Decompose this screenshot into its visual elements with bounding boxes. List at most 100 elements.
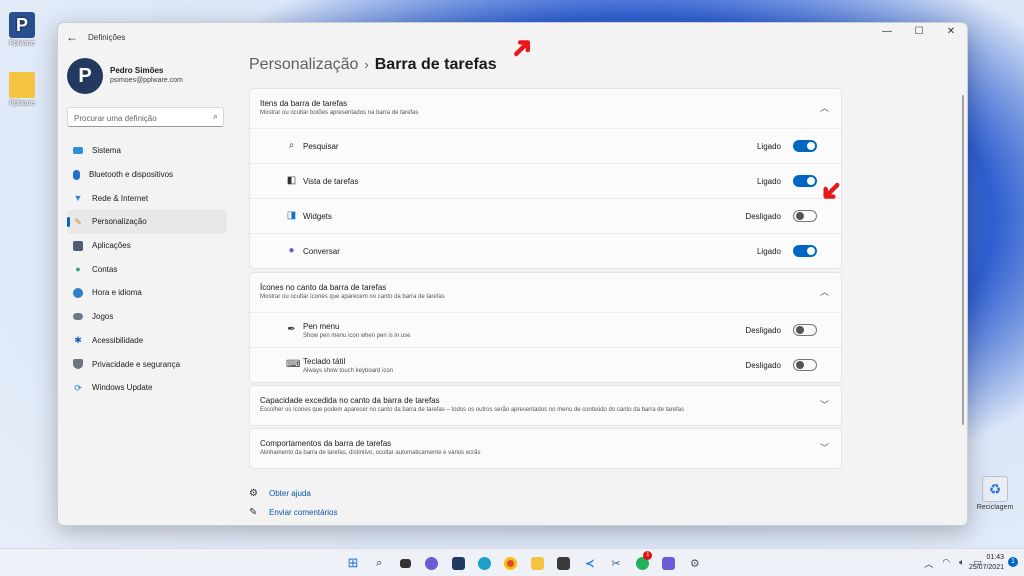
search-toggle[interactable]	[793, 140, 817, 152]
taskbar-items-group: Itens da barra de tarefas Mostrar ou ocu…	[249, 88, 842, 269]
search-icon[interactable]: ⌕	[213, 111, 218, 122]
avatar: P	[67, 58, 103, 94]
gamepad-icon	[73, 313, 83, 321]
scrollbar[interactable]	[962, 95, 964, 425]
clock[interactable]: 01:43 25/07/2021	[969, 553, 1004, 573]
desktop-icon-folder[interactable]: Pplware	[2, 72, 42, 107]
setting-row-search: ⌕ Pesquisar Ligado	[250, 128, 841, 163]
user-name: Pedro Simões	[110, 66, 164, 75]
minimize-button[interactable]: —	[871, 23, 903, 43]
toggle-state-text: Ligado	[756, 247, 781, 256]
bluetooth-icon	[73, 169, 80, 180]
taskbar-apps: ⊞ ⌕ ≺ ✂ 1 ⚙	[342, 551, 710, 573]
touch-keyboard-toggle[interactable]	[793, 359, 817, 371]
toggle-knob	[807, 177, 815, 185]
pen-menu-toggle[interactable]	[793, 324, 817, 336]
group-header[interactable]: Comportamentos da barra de tarefas Alinh…	[250, 429, 841, 468]
whatsapp-button[interactable]: 1	[631, 551, 653, 573]
setting-label: Widgets	[303, 212, 332, 221]
close-button[interactable]: ✕	[935, 23, 967, 43]
task-view-button[interactable]	[395, 553, 417, 573]
vscode-button[interactable]: ≺	[579, 553, 601, 573]
sidebar-item-network[interactable]: ▼ Rede & Internet	[67, 186, 227, 210]
terminal-button[interactable]	[552, 553, 574, 573]
edge-button[interactable]	[473, 553, 495, 573]
brush-icon: ✎	[74, 216, 82, 227]
taskbar-behaviors-group[interactable]: Comportamentos da barra de tarefas Alinh…	[249, 428, 842, 469]
toggle-knob	[796, 361, 804, 369]
help-icon: ⚙	[249, 488, 258, 499]
sidebar-item-accounts[interactable]: ● Contas	[67, 257, 227, 281]
chevron-down-icon[interactable]: ﹀	[820, 441, 829, 454]
sidebar-item-gaming[interactable]: Jogos	[67, 305, 227, 329]
chrome-icon	[504, 556, 518, 570]
keyboard-icon: ⌨	[286, 359, 301, 370]
get-help-label: Obter ajuda	[269, 489, 311, 498]
chat-toggle[interactable]	[793, 245, 817, 257]
sidebar-item-time-language[interactable]: Hora e idioma	[67, 281, 227, 305]
discord-button[interactable]	[658, 553, 680, 573]
folder-icon	[9, 72, 35, 98]
notification-badge: 1	[643, 551, 653, 560]
sidebar-item-accessibility[interactable]: ✱ Acessibilidade	[67, 329, 227, 353]
setting-label: Pen menu	[303, 322, 340, 331]
setting-label: Vista de tarefas	[303, 177, 359, 186]
pplware-app-button[interactable]	[447, 553, 469, 573]
desktop-icon-recycle-bin[interactable]: ♻ Reciclagem	[975, 476, 1015, 511]
group-header[interactable]: Capacidade excedida no canto da barra de…	[250, 386, 841, 425]
back-arrow-icon[interactable]: ←	[66, 30, 78, 44]
sidebar-item-personalization[interactable]: ✎ Personalização	[67, 210, 227, 234]
chevron-up-icon[interactable]: ︿	[820, 101, 829, 114]
sidebar-item-sistema[interactable]: Sistema	[67, 139, 227, 163]
toggle-state-text: Ligado	[756, 142, 781, 151]
wifi-icon: ▼	[73, 193, 83, 204]
setting-label: Pesquisar	[303, 142, 339, 151]
desktop-icon-label: Pplware	[9, 40, 35, 47]
edge-icon	[477, 556, 491, 570]
sidebar-item-bluetooth[interactable]: Bluetooth e dispositivos	[67, 163, 227, 187]
sidebar-item-label: Windows Update	[92, 383, 153, 393]
toggle-knob	[796, 212, 804, 220]
start-button[interactable]: ⊞	[342, 553, 364, 573]
chat-button[interactable]	[421, 553, 443, 573]
wifi-icon[interactable]: ◠	[942, 557, 950, 570]
search-input[interactable]	[68, 109, 198, 128]
group-header[interactable]: Itens da barra de tarefas Mostrar ou ocu…	[250, 89, 841, 128]
sidebar-item-label: Bluetooth e dispositivos	[89, 170, 174, 180]
setting-description: Always show touch keyboard icon	[303, 368, 394, 374]
widgets-toggle[interactable]	[793, 210, 817, 222]
sidebar-item-apps[interactable]: Aplicações	[67, 234, 227, 258]
volume-icon[interactable]: 🔈︎	[959, 557, 964, 570]
corner-icons-group: Ícones no canto da barra de tarefas Most…	[249, 272, 842, 383]
chevron-up-icon[interactable]: ︿	[924, 557, 933, 570]
terminal-icon	[556, 556, 570, 570]
chrome-button[interactable]	[500, 553, 522, 573]
chevron-down-icon[interactable]: ﹀	[820, 398, 829, 411]
setting-description: Show pen menu icon when pen is in use	[303, 333, 411, 339]
sidebar-item-label: Contas	[92, 264, 118, 274]
system-icon	[73, 147, 83, 155]
group-subtitle: Mostrar ou ocultar botões apresentados n…	[260, 110, 419, 116]
settings-app-button[interactable]: ⚙	[684, 553, 706, 573]
sidebar-item-windows-update[interactable]: ⟳ Windows Update	[67, 376, 227, 400]
maximize-button[interactable]: ☐	[903, 23, 935, 43]
send-feedback-link[interactable]: ✎ Enviar comentários	[249, 507, 337, 518]
user-email: psimoes@pplware.com	[110, 77, 183, 84]
notification-center-button[interactable]: 1	[1008, 557, 1018, 567]
get-help-link[interactable]: ⚙ Obter ajuda	[249, 488, 311, 499]
taskbar-search-button[interactable]: ⌕	[368, 553, 390, 573]
sidebar-item-privacy[interactable]: Privacidade e segurança	[67, 352, 227, 376]
sidebar-item-label: Personalização	[92, 217, 147, 227]
corner-overflow-group[interactable]: Capacidade excedida no canto da barra de…	[249, 385, 842, 426]
chevron-up-icon[interactable]: ︿	[820, 285, 829, 298]
desktop-icon-pplware[interactable]: P Pplware	[2, 12, 42, 47]
file-explorer-button[interactable]	[526, 553, 548, 573]
snipping-tool-button[interactable]: ✂	[605, 553, 627, 573]
taskbar: ⊞ ⌕ ≺ ✂ 1 ⚙ ︿ ◠ 🔈︎ ▭ 01:43 25/07/2021 1	[0, 548, 1024, 576]
sidebar-item-label: Privacidade e segurança	[92, 359, 181, 369]
group-header[interactable]: Ícones no canto da barra de tarefas Most…	[250, 273, 841, 312]
breadcrumb-parent[interactable]: Personalização	[249, 56, 358, 73]
toggle-knob	[807, 247, 815, 255]
setting-row-touch-keyboard: ⌨ Teclado tátil Always show touch keyboa…	[250, 347, 841, 382]
globe-clock-icon	[73, 287, 83, 298]
